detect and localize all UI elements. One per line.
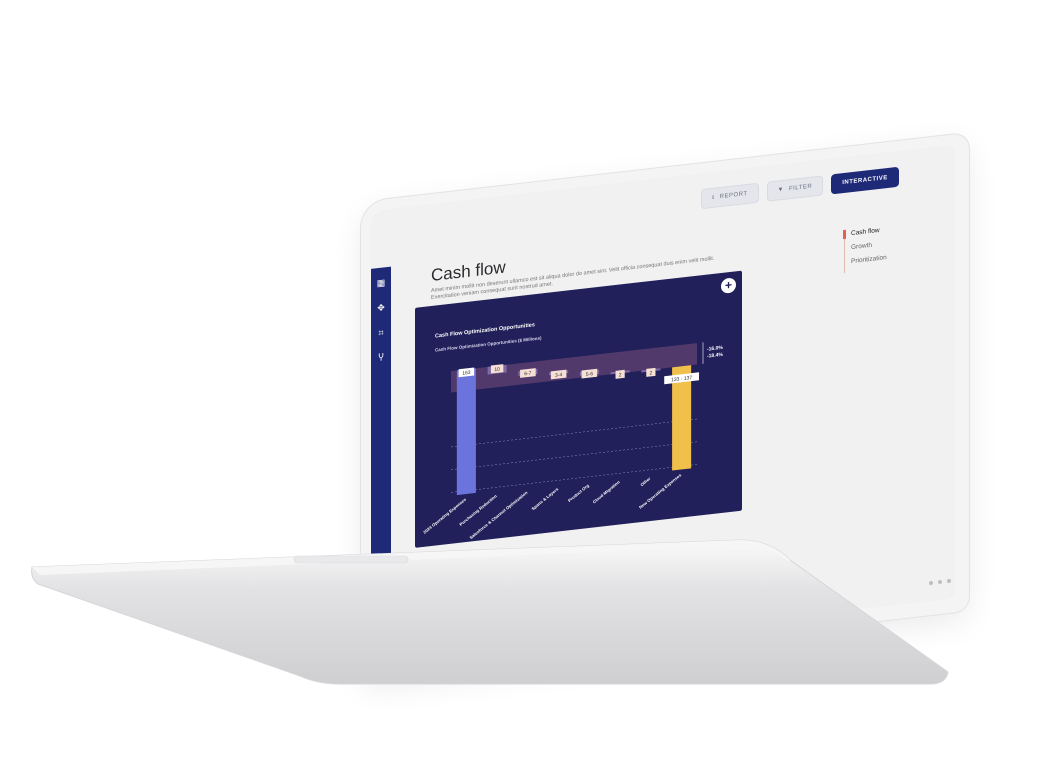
- chart-card: + Cash Flow Optimization Opportunities C…: [415, 270, 742, 548]
- category-label-0: 2024 Operating Expenses: [422, 497, 467, 535]
- data-label-1: 10: [494, 367, 500, 374]
- filter-icon: ▼: [777, 186, 784, 194]
- category-label-2: Salesforce & Channel Optimization: [469, 490, 529, 540]
- category-label-3: Spans & Layers: [531, 486, 560, 511]
- filter-label: FILTER: [788, 183, 813, 193]
- app-screen: ▦ ✥ ⌗ Ⴤ ⭳ REPORT ▼ FILTER INTERACTIVE Ca…: [371, 144, 955, 665]
- category-label-6: Other: [639, 476, 651, 487]
- category-label-4: Product Org: [567, 483, 590, 503]
- section-nav-growth[interactable]: Growth: [851, 240, 887, 251]
- data-label-0: 163: [462, 370, 471, 377]
- report-label: REPORT: [719, 190, 748, 201]
- section-nav-cash-flow[interactable]: Cash flow: [851, 226, 887, 237]
- download-icon: ⭳: [712, 194, 715, 202]
- gridline: [451, 441, 697, 470]
- frame-icon[interactable]: ⌗: [376, 327, 386, 338]
- bar-0: [456, 368, 476, 496]
- target-icon[interactable]: ✥: [376, 302, 386, 313]
- data-label-2: 6-7: [524, 371, 531, 378]
- data-label-6: 2: [649, 370, 652, 376]
- data-label-5: 2: [619, 372, 622, 378]
- interactive-button[interactable]: INTERACTIVE: [831, 166, 899, 195]
- laptop-lid: ▦ ✥ ⌗ Ⴤ ⭳ REPORT ▼ FILTER INTERACTIVE Ca…: [361, 132, 969, 680]
- waterfall-chart: 1632024 Operating Expenses10Purchasing R…: [422, 342, 723, 540]
- gridline: [451, 418, 697, 448]
- filter-button[interactable]: ▼ FILTER: [766, 175, 824, 202]
- dashboard-icon[interactable]: ▦: [376, 277, 386, 288]
- category-label-7: New Operating Expenses: [638, 472, 683, 510]
- toolbar: ⭳ REPORT ▼ FILTER INTERACTIVE: [701, 166, 899, 210]
- data-label-3: 3-4: [555, 372, 562, 379]
- category-label-5: Cloud Migration: [592, 479, 621, 504]
- interactive-label: INTERACTIVE: [842, 174, 888, 187]
- app-sidebar: ▦ ✥ ⌗ Ⴤ: [371, 266, 391, 665]
- section-nav-prioritization[interactable]: Prioritization: [851, 254, 887, 265]
- data-label-4: 5-6: [586, 371, 593, 378]
- range-label-1: -18.4%: [707, 352, 723, 360]
- branch-icon[interactable]: Ⴤ: [376, 352, 386, 363]
- report-button[interactable]: ⭳ REPORT: [701, 182, 759, 210]
- section-nav: Cash flow Growth Prioritization: [844, 226, 887, 273]
